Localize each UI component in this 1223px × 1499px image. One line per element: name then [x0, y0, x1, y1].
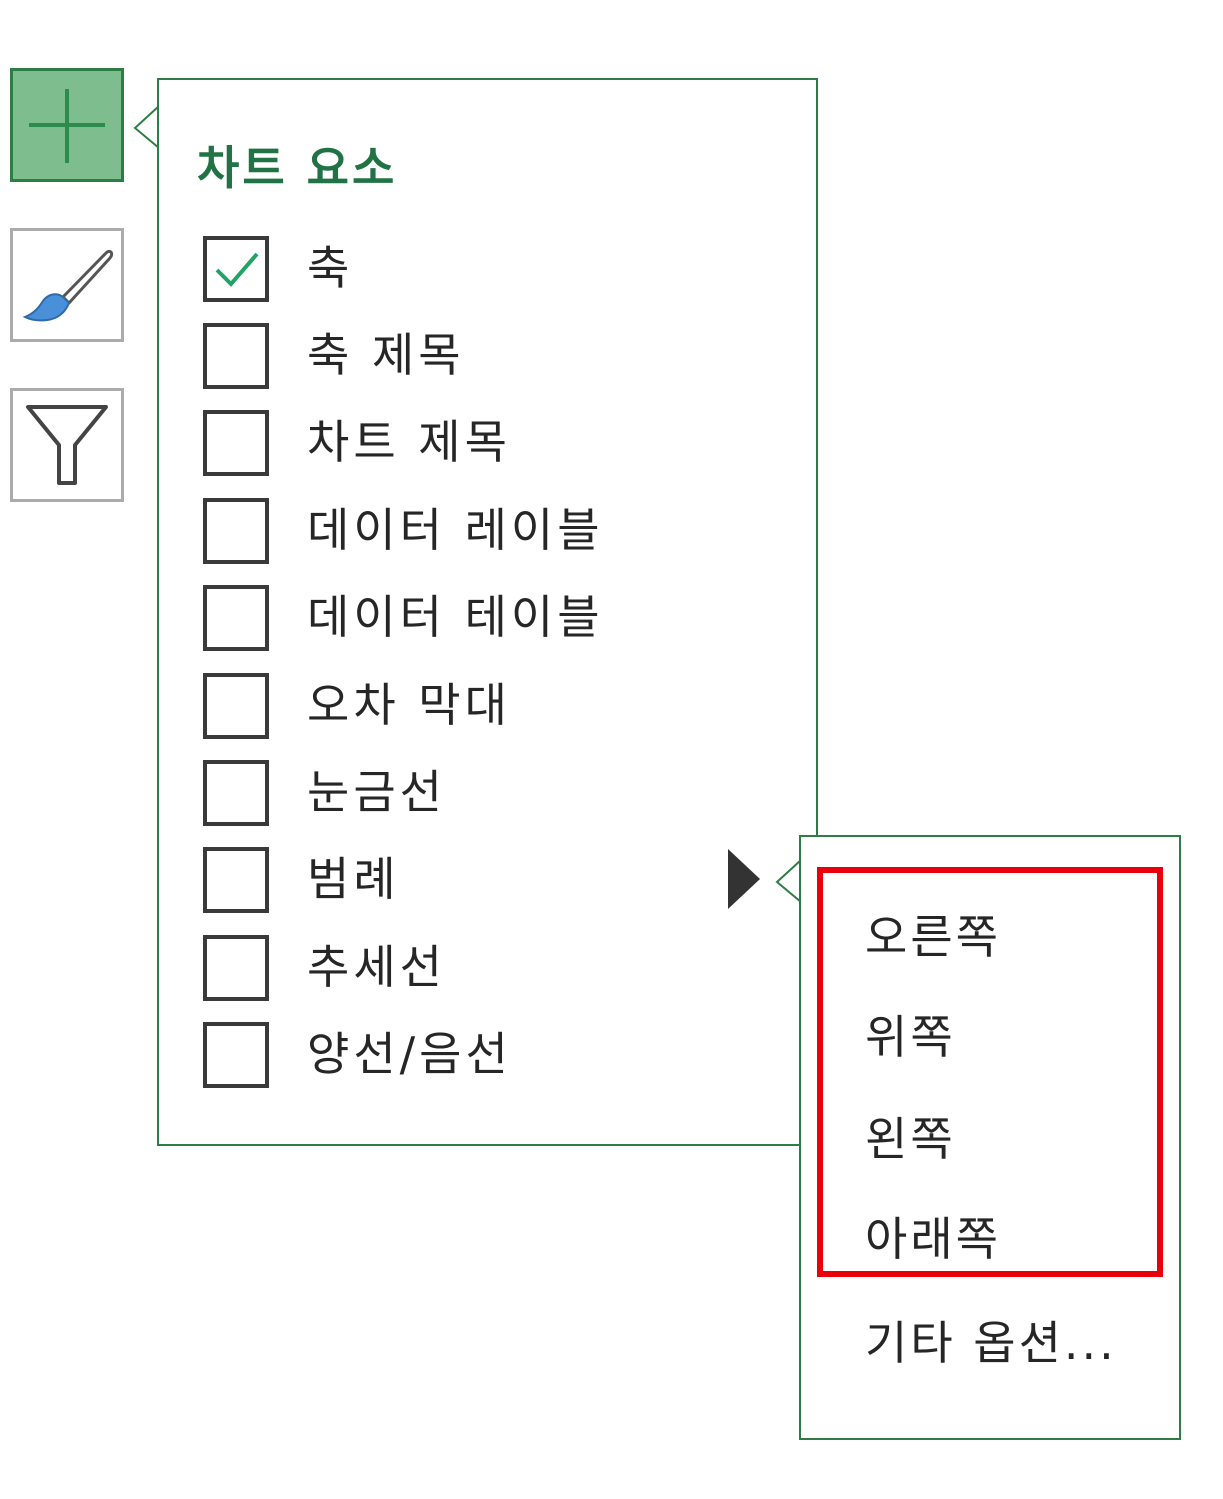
checkbox[interactable]: [203, 323, 269, 389]
chart-element-chart-title[interactable]: 차트 제목: [203, 410, 723, 476]
chart-element-error-bars[interactable]: 오차 막대: [203, 673, 723, 739]
chart-element-axes[interactable]: 축: [203, 236, 723, 302]
checkbox[interactable]: [203, 760, 269, 826]
checkmark-icon: [215, 252, 259, 287]
plus-icon: [29, 89, 105, 163]
funnel-icon: [26, 405, 108, 485]
chart-elements-button[interactable]: [10, 68, 124, 182]
checkbox[interactable]: [203, 847, 269, 913]
item-label: 오차 막대: [307, 678, 511, 732]
checkbox[interactable]: [203, 410, 269, 476]
chart-element-gridlines[interactable]: 눈금선: [203, 760, 723, 826]
paintbrush-icon: [22, 249, 114, 322]
item-label: 눈금선: [307, 765, 446, 819]
checkbox[interactable]: [203, 673, 269, 739]
chart-styles-button[interactable]: [10, 228, 124, 342]
item-label: 데이터 테이블: [307, 590, 604, 644]
chart-elements-panel: 차트 요소 축 축 제목 차트 제목 데이터 레이블 데이터 테이블 오차 막대…: [157, 78, 818, 1146]
checkbox[interactable]: [203, 1022, 269, 1088]
item-label: 양선/음선: [307, 1027, 512, 1081]
chart-element-up-down-bars[interactable]: 양선/음선: [203, 1022, 723, 1088]
chart-element-axis-titles[interactable]: 축 제목: [203, 323, 723, 389]
checkbox[interactable]: [203, 585, 269, 651]
checkbox[interactable]: [203, 935, 269, 1001]
submenu-arrow-icon[interactable]: [726, 847, 762, 911]
more-options-link[interactable]: 기타 옵션...: [865, 1315, 1117, 1371]
item-label: 축 제목: [307, 328, 465, 382]
checkbox[interactable]: [203, 498, 269, 564]
chart-element-legend[interactable]: 범례: [203, 847, 723, 913]
item-label: 범례: [307, 852, 400, 906]
item-label: 축: [307, 241, 354, 295]
highlight-annotation-box: [817, 867, 1163, 1277]
chart-element-trendline[interactable]: 추세선: [203, 935, 723, 1001]
chart-filters-button[interactable]: [10, 388, 124, 502]
checkbox-checked[interactable]: [203, 236, 269, 302]
chart-element-data-labels[interactable]: 데이터 레이블: [203, 498, 723, 564]
item-label: 차트 제목: [307, 415, 511, 469]
item-label: 추세선: [307, 940, 446, 994]
item-label: 데이터 레이블: [307, 503, 604, 557]
chart-element-data-table[interactable]: 데이터 테이블: [203, 585, 723, 651]
panel-title: 차트 요소: [197, 141, 398, 195]
